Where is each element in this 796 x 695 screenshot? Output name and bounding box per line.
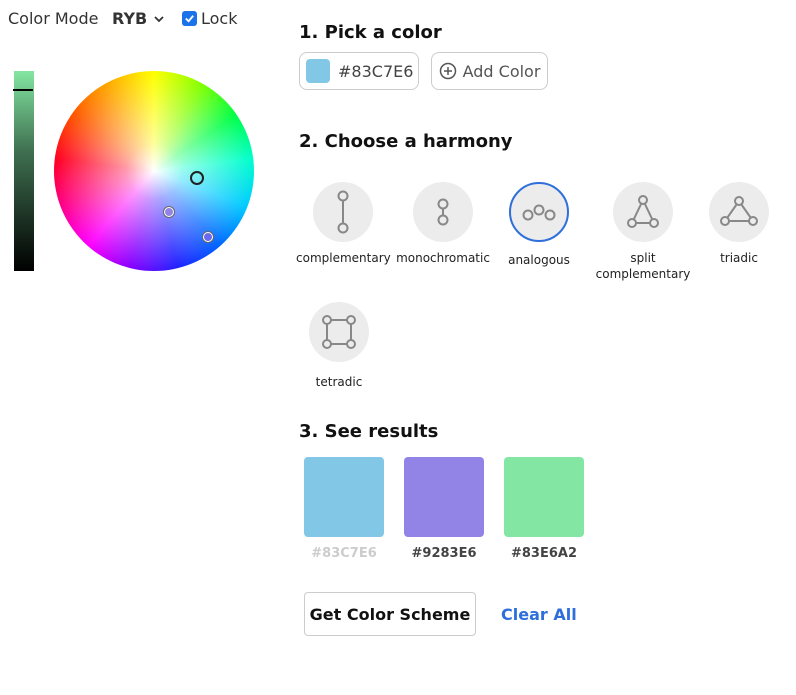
result-swatch[interactable] (304, 457, 384, 537)
harmony-icon-wrap (613, 182, 673, 242)
wheel-handle-primary[interactable] (190, 171, 204, 185)
chevron-down-icon (154, 15, 164, 22)
harmony-option-split-complementary[interactable]: split complementary (594, 182, 692, 282)
result-hex-label: #9283E6 (411, 546, 477, 561)
lock-toggle[interactable]: Lock (182, 9, 237, 28)
result-swatch[interactable] (404, 457, 484, 537)
harmony-icon-wrap (309, 302, 369, 362)
harmony-icon-wrap (709, 182, 769, 242)
result-card[interactable]: #9283E6 (404, 457, 484, 561)
color-input[interactable]: #83C7E6 (299, 52, 419, 90)
checkmark-icon (185, 15, 194, 23)
result-card[interactable]: #83E6A2 (504, 457, 584, 561)
complementary-icon (337, 190, 349, 234)
lock-label: Lock (201, 9, 238, 28)
color-input-swatch (306, 59, 330, 83)
split-complementary-icon (627, 195, 659, 228)
clear-all-link[interactable]: Clear All (501, 605, 577, 624)
result-swatch[interactable] (504, 457, 584, 537)
color-mode-label: Color Mode (8, 9, 99, 28)
color-mode-value: RYB (112, 9, 148, 28)
result-card[interactable]: #83C7E6 (304, 457, 384, 561)
add-color-label: Add Color (462, 61, 541, 81)
step-harmony-heading: 2. Choose a harmony (299, 131, 513, 152)
analogous-icon (522, 204, 556, 221)
brightness-slider-handle[interactable] (13, 89, 33, 91)
step-results-heading: 3. See results (299, 421, 439, 442)
tetradic-icon (322, 315, 356, 349)
plus-circle-icon (439, 62, 456, 80)
get-color-scheme-button[interactable]: Get Color Scheme (304, 592, 476, 636)
harmony-icon-wrap (413, 182, 473, 242)
harmony-option-tetradic[interactable]: tetradic (292, 302, 386, 390)
add-color-button[interactable]: Add Color (431, 52, 548, 90)
harmony-label: triadic (720, 251, 758, 265)
harmony-label: split complementary (595, 251, 691, 281)
brightness-slider[interactable] (14, 71, 34, 271)
monochromatic-icon (437, 198, 449, 226)
harmony-label: analogous (508, 253, 570, 267)
color-mode-select[interactable]: RYB (112, 9, 165, 28)
harmony-label: complementary (296, 251, 391, 265)
color-wheel[interactable] (54, 71, 254, 271)
result-hex-label: #83E6A2 (510, 546, 577, 561)
harmony-icon-wrap (313, 182, 373, 242)
color-input-value: #83C7E6 (338, 61, 414, 81)
wheel-handle-tertiary[interactable] (203, 232, 213, 242)
result-hex-label: #83C7E6 (311, 546, 377, 561)
harmony-option-monochromatic[interactable]: monochromatic (396, 182, 490, 266)
harmony-label: monochromatic (396, 251, 490, 265)
step-pick-heading: 1. Pick a color (299, 22, 442, 43)
harmony-label: tetradic (315, 375, 363, 389)
harmony-icon-wrap (509, 182, 569, 242)
harmony-option-analogous[interactable]: analogous (492, 182, 586, 268)
triadic-icon (720, 196, 758, 226)
lock-checkbox[interactable] (182, 11, 197, 26)
harmony-option-triadic[interactable]: triadic (692, 182, 786, 266)
wheel-handle-secondary[interactable] (164, 207, 174, 217)
harmony-option-complementary[interactable]: complementary (296, 182, 391, 266)
